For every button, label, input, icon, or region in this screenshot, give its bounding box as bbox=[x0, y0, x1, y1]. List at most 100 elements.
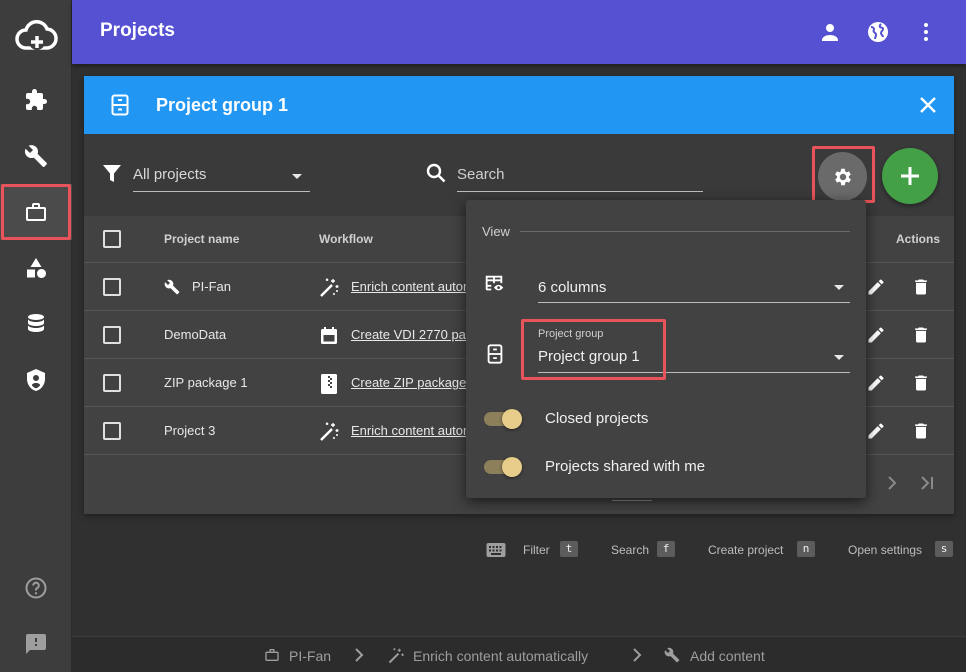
chevron-right-icon[interactable] bbox=[884, 475, 900, 491]
row-checkbox[interactable] bbox=[103, 374, 121, 392]
toggle-knob bbox=[502, 457, 522, 477]
breadcrumb-item[interactable]: Add content bbox=[690, 648, 765, 664]
left-rail bbox=[0, 0, 72, 672]
section-heading-view: View bbox=[482, 224, 510, 239]
edit-icon[interactable] bbox=[866, 421, 886, 441]
plus-icon bbox=[898, 164, 922, 188]
delete-icon[interactable] bbox=[911, 277, 931, 297]
project-group-select-value: Project group 1 bbox=[538, 348, 640, 365]
edit-icon[interactable] bbox=[866, 373, 886, 393]
more-vertical-icon[interactable] bbox=[914, 20, 938, 44]
shortcut-key: f bbox=[657, 541, 675, 557]
columns-select-value: 6 columns bbox=[538, 279, 607, 296]
toggle-knob bbox=[502, 409, 522, 429]
project-filter-value: All projects bbox=[133, 166, 207, 183]
row-checkbox[interactable] bbox=[103, 278, 121, 296]
column-header-actions: Actions bbox=[896, 232, 941, 246]
puzzle-icon bbox=[24, 88, 48, 112]
gear-icon bbox=[832, 166, 854, 188]
rail-projects[interactable] bbox=[0, 184, 72, 240]
rail-shapes[interactable] bbox=[0, 240, 72, 296]
rail-security[interactable] bbox=[0, 352, 72, 408]
closed-projects-toggle[interactable] bbox=[484, 409, 522, 429]
file-cabinet-icon bbox=[484, 343, 506, 365]
select-all-checkbox[interactable] bbox=[103, 230, 121, 248]
search-input[interactable]: Search bbox=[457, 160, 703, 192]
chevron-right-icon bbox=[351, 647, 367, 663]
globe-icon[interactable] bbox=[866, 20, 890, 44]
briefcase-icon bbox=[264, 647, 280, 663]
breadcrumb-item[interactable]: PI-Fan bbox=[289, 648, 331, 664]
delete-icon[interactable] bbox=[911, 421, 931, 441]
wrench-icon bbox=[24, 144, 48, 168]
project-name[interactable]: DemoData bbox=[164, 327, 226, 342]
file-cabinet-icon bbox=[108, 93, 132, 117]
search-placeholder: Search bbox=[457, 166, 505, 183]
shared-projects-label: Projects shared with me bbox=[545, 458, 706, 475]
card-header: Project group 1 bbox=[84, 76, 954, 134]
column-header-project-name[interactable]: Project name bbox=[164, 232, 239, 246]
workflow-link[interactable]: Create ZIP package bbox=[351, 375, 469, 390]
calendar-icon bbox=[318, 325, 340, 347]
cloud-plus-logo-icon[interactable] bbox=[14, 16, 58, 56]
keyboard-shortcuts: Filter t Search f Create project n Open … bbox=[486, 540, 956, 560]
rail-extensions[interactable] bbox=[0, 72, 72, 128]
feedback-icon bbox=[24, 632, 48, 656]
breadcrumb-status-bar: PI-Fan Enrich content automatically Add … bbox=[72, 636, 966, 672]
chevron-down-icon bbox=[292, 174, 302, 179]
table-eye-icon bbox=[483, 273, 505, 295]
magic-wand-icon bbox=[318, 421, 340, 443]
rail-help[interactable] bbox=[0, 560, 72, 616]
project-name[interactable]: ZIP package 1 bbox=[164, 375, 248, 390]
edit-icon[interactable] bbox=[866, 277, 886, 297]
rail-database[interactable] bbox=[0, 296, 72, 352]
close-icon[interactable] bbox=[916, 93, 940, 117]
briefcase-icon bbox=[24, 200, 48, 224]
chevron-down-icon bbox=[834, 285, 844, 290]
settings-popup: View 6 columns Project group Project gro… bbox=[466, 200, 866, 498]
shortcut-label: Open settings bbox=[848, 543, 923, 557]
top-app-bar: Projects bbox=[72, 0, 966, 64]
chevron-right-icon bbox=[629, 647, 645, 663]
section-divider bbox=[520, 231, 850, 232]
rail-tools[interactable] bbox=[0, 128, 72, 184]
project-group-select-label: Project group bbox=[538, 328, 604, 340]
filter-icon bbox=[102, 164, 122, 184]
shortcut-label: Create project bbox=[708, 543, 784, 557]
shared-projects-toggle[interactable] bbox=[484, 457, 522, 477]
settings-button[interactable] bbox=[818, 152, 867, 201]
workflow-link[interactable]: Enrich content automatically bbox=[351, 423, 469, 438]
project-name[interactable]: Project 3 bbox=[164, 423, 215, 438]
shield-icon bbox=[24, 368, 48, 392]
project-filter-select[interactable]: All projects bbox=[133, 160, 310, 192]
magic-wand-icon bbox=[318, 277, 340, 299]
search-icon bbox=[426, 163, 446, 183]
account-icon[interactable] bbox=[818, 20, 842, 44]
column-header-workflow[interactable]: Workflow bbox=[319, 232, 373, 246]
add-project-button[interactable] bbox=[882, 148, 938, 204]
project-group-select[interactable]: Project group Project group 1 bbox=[538, 328, 850, 373]
shortcut-label: Filter bbox=[523, 543, 550, 557]
page-size-underline bbox=[612, 500, 652, 501]
breadcrumb-item[interactable]: Enrich content automatically bbox=[413, 648, 588, 664]
page-title: Projects bbox=[100, 20, 175, 41]
workflow-link[interactable]: Create VDI 2770 package bbox=[351, 327, 469, 342]
shortcut-key: n bbox=[797, 541, 815, 557]
delete-icon[interactable] bbox=[911, 373, 931, 393]
row-checkbox[interactable] bbox=[103, 422, 121, 440]
chevron-down-icon bbox=[834, 355, 844, 360]
database-icon bbox=[24, 312, 48, 336]
wrench-icon bbox=[164, 279, 180, 295]
shapes-icon bbox=[24, 256, 48, 280]
closed-projects-label: Closed projects bbox=[545, 410, 649, 427]
shortcut-label: Search bbox=[611, 543, 650, 557]
project-name[interactable]: PI-Fan bbox=[192, 279, 231, 294]
columns-select[interactable]: 6 columns bbox=[538, 270, 850, 303]
row-checkbox[interactable] bbox=[103, 326, 121, 344]
rail-feedback[interactable] bbox=[0, 616, 72, 672]
last-page-icon[interactable] bbox=[919, 475, 935, 491]
workflow-link[interactable]: Enrich content automatically bbox=[351, 279, 469, 294]
delete-icon[interactable] bbox=[911, 325, 931, 345]
card-title: Project group 1 bbox=[156, 95, 289, 115]
edit-icon[interactable] bbox=[866, 325, 886, 345]
